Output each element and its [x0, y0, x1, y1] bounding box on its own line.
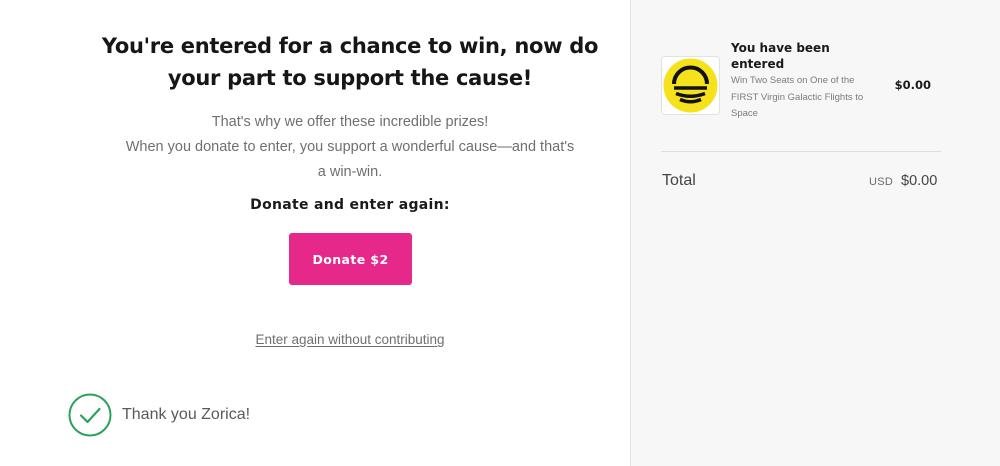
thank-you-text: Thank you Zorica! [122, 406, 251, 423]
product-thumbnail [661, 56, 720, 115]
page-title: You're entered for a chance to win, now … [101, 34, 599, 90]
description-line-3: a win-win. [317, 164, 383, 180]
checkmark-circle-icon [68, 393, 112, 437]
description-text: That's why we offer these incredible pri… [100, 110, 600, 185]
total-label: Total [662, 172, 696, 189]
enter-again-link[interactable]: Enter again without contributing [150, 332, 550, 347]
donate-label: Donate and enter again: [250, 197, 450, 213]
divider [661, 151, 941, 152]
yellow-circle-logo-icon [663, 58, 718, 113]
description-line-1: That's why we offer these incredible pri… [211, 114, 489, 130]
total-value: $0.00 [901, 173, 938, 189]
donate-button[interactable]: Donate $2 [289, 233, 412, 285]
thank-you-message: Thank you Zorica! [68, 393, 250, 437]
product-title: You have been entered [731, 41, 830, 71]
order-summary: You have been entered Win Two Seats on O… [630, 0, 1000, 466]
product-price: $0.00 [894, 78, 931, 92]
currency-code: USD [869, 176, 894, 188]
product-description: Win Two Seats on One of the FIRST Virgin… [731, 75, 864, 119]
main-panel: You're entered for a chance to win, now … [0, 0, 630, 466]
description-line-2: When you donate to enter, you support a … [125, 139, 575, 155]
